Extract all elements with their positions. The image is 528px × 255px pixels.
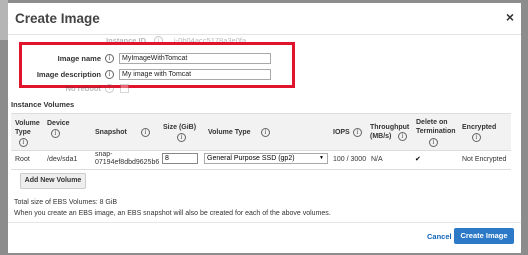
volume-type-select[interactable]: General Purpose SSD (gp2) ▼ (204, 153, 328, 164)
volume-type-selected: General Purpose SSD (gp2) (207, 155, 295, 162)
dialog-title: Create Image (15, 11, 100, 26)
info-icon[interactable]: i (472, 133, 481, 142)
cell-snapshot-line1: snap- (95, 151, 113, 158)
col-encrypted: Encrypted (462, 124, 497, 131)
create-image-button[interactable]: Create Image (454, 228, 514, 244)
info-icon[interactable]: i (398, 132, 407, 141)
info-icon[interactable]: i (141, 128, 150, 137)
cell-encrypted: Not Encrypted (462, 156, 507, 163)
size-input[interactable]: 8 (162, 153, 198, 164)
col-device: Device (47, 120, 70, 127)
col-delete-line1: Delete on (416, 119, 448, 126)
cancel-button[interactable]: Cancel (427, 232, 452, 241)
highlight-box (19, 42, 295, 88)
col-size: Size (GiB) (163, 124, 197, 131)
col-throughput-line2: (MB/s) (370, 133, 392, 140)
col-volume-type: Volume Type (15, 119, 40, 137)
delete-on-termination-checkbox[interactable]: ✔ (415, 155, 421, 163)
col-snapshot: Snapshot (95, 129, 127, 136)
snapshot-note: When you create an EBS image, an EBS sna… (14, 210, 331, 217)
total-size-text: Total size of EBS Volumes: 8 GiB (14, 199, 118, 206)
info-icon[interactable]: i (353, 128, 362, 137)
instance-volumes-title: Instance Volumes (11, 100, 75, 109)
create-image-dialog: Create Image × Instance ID i i-0b04acc51… (8, 3, 521, 253)
col-volume-type-select: Volume Type (208, 129, 251, 136)
info-icon[interactable]: i (429, 138, 438, 147)
background-panel (0, 0, 8, 40)
col-delete-on-termination: Delete on Termination (416, 118, 456, 136)
no-reboot-label: No reboot (65, 84, 101, 93)
dialog-footer-divider (8, 222, 521, 223)
col-iops: IOPS (333, 129, 350, 136)
cell-snapshot-line2: 07194ef8dbd9625b6 (95, 159, 160, 166)
info-icon[interactable]: i (51, 129, 60, 138)
close-icon[interactable]: × (506, 10, 514, 24)
col-volume-type-line2: Type (15, 129, 31, 136)
chevron-down-icon: ▼ (319, 155, 324, 161)
volumes-table-header: Volume Type i Device i Snapshot i Size (… (11, 113, 511, 151)
info-icon[interactable]: i (261, 128, 270, 137)
info-icon[interactable]: i (177, 133, 186, 142)
cell-snapshot: snap- 07194ef8dbd9625b6 (95, 151, 159, 167)
info-icon[interactable]: i (19, 138, 28, 147)
add-new-volume-button[interactable]: Add New Volume (20, 173, 86, 189)
cell-volume-type: Root (15, 156, 30, 163)
no-reboot-checkbox[interactable] (120, 84, 129, 93)
table-row: Root /dev/sda1 snap- 07194ef8dbd9625b6 8… (11, 150, 511, 170)
cell-device: /dev/sda1 (47, 156, 78, 163)
col-throughput-line1: Throughput (370, 124, 410, 131)
cell-iops: 100 / 3000 (333, 156, 367, 163)
info-icon[interactable]: i (105, 84, 114, 93)
col-delete-line2: Termination (416, 128, 456, 135)
col-volume-type-line1: Volume (15, 120, 40, 127)
dialog-header: Create Image × (8, 3, 521, 35)
cell-throughput: N/A (371, 156, 383, 163)
